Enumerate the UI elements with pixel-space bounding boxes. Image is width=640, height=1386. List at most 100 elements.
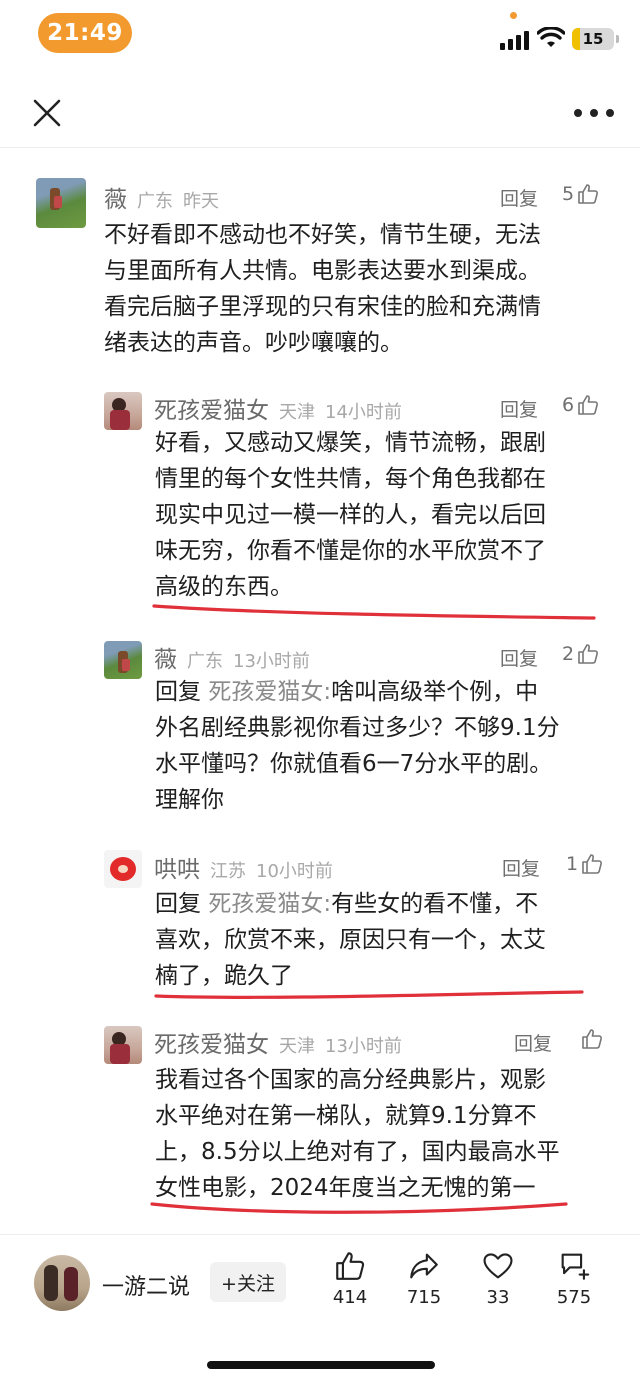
- comment-line: 现实中见过一模一样的人，看完以后回: [155, 502, 546, 528]
- handwritten-underline: [152, 604, 596, 620]
- like-count: 1: [566, 853, 579, 875]
- comment-line: 水平绝对在第一梯队，就算9.1分算不: [155, 1103, 537, 1129]
- comment-like-button[interactable]: [578, 1027, 604, 1051]
- comment-body: 回复 死孩爱猫女:啥叫高级举个例，中 外名剧经典影视你看过多少？不够9.1分 水…: [155, 674, 560, 818]
- favorite-button[interactable]: 33: [468, 1249, 528, 1308]
- avatar[interactable]: [36, 178, 86, 228]
- like-count: 5: [562, 183, 575, 205]
- comment-line: 水平懂吗？你就值看6一7分水平的剧。: [155, 751, 553, 777]
- thumbs-up-icon: [578, 644, 599, 664]
- comment-time: 14小时前: [325, 402, 402, 423]
- author-name[interactable]: 一游二说: [102, 1269, 190, 1301]
- comment-line: 与里面所有人共情。电影表达要水到渠成。: [104, 258, 541, 284]
- reply-to-user[interactable]: 死孩爱猫女:: [208, 891, 331, 917]
- comment-line: 喜欢，欣赏不来，原因只有一个，太艾: [155, 927, 546, 953]
- comment-time: 昨天: [183, 191, 219, 212]
- battery-icon: 15: [572, 28, 619, 50]
- comment-author[interactable]: 死孩爱猫女: [154, 391, 269, 425]
- favorite-count: 33: [486, 1287, 510, 1308]
- like-button[interactable]: 414: [320, 1249, 380, 1308]
- comment-line-rest: 啥叫高级举个例，中: [331, 679, 539, 705]
- comment-line: 不好看即不感动也不好笑，情节生硬，无法: [104, 222, 541, 248]
- bottom-action-bar: 一游二说 +关注 414 715 33 575: [0, 1234, 640, 1334]
- comment-line: 理解你: [155, 787, 224, 813]
- comment-author[interactable]: 哄哄: [154, 850, 200, 884]
- reply-button[interactable]: 回复: [500, 644, 538, 671]
- like-count: 2: [562, 643, 575, 665]
- comment-time: 13小时前: [233, 651, 310, 672]
- avatar[interactable]: [104, 850, 142, 888]
- comment-location: 广东: [137, 191, 173, 212]
- handwritten-underline: [150, 1202, 568, 1214]
- author-avatar[interactable]: [34, 1255, 90, 1311]
- comment-author[interactable]: 薇: [104, 180, 127, 214]
- reply-prefix: 回复: [155, 891, 201, 917]
- thumbs-up-icon: [578, 184, 599, 204]
- share-icon: [410, 1253, 438, 1279]
- like-icon: [336, 1252, 365, 1280]
- reply-button[interactable]: 回复: [500, 184, 538, 211]
- comment-body: 我看过各个国家的高分经典影片，观影 水平绝对在第一梯队，就算9.1分算不 上，8…: [155, 1062, 560, 1206]
- wifi-icon: [537, 27, 565, 47]
- thumbs-up-icon: [582, 1029, 602, 1049]
- battery-level: 15: [582, 30, 604, 48]
- reply-to-user[interactable]: 死孩爱猫女:: [208, 679, 331, 705]
- comment-body: 好看，又感动又爆笑，情节流畅，跟剧 情里的每个女性共情，每个角色我都在 现实中见…: [155, 425, 546, 605]
- comment-time: 10小时前: [256, 861, 333, 882]
- comment-header: 死孩爱猫女 天津 13小时前: [154, 1025, 402, 1058]
- avatar[interactable]: [104, 392, 142, 430]
- comment-like-button[interactable]: 1: [566, 852, 604, 876]
- comment-body: 回复 死孩爱猫女:有些女的看不懂，不 喜欢，欣赏不来，原因只有一个，太艾 楠了，…: [155, 886, 546, 994]
- comment-button[interactable]: 575: [544, 1249, 604, 1308]
- comment-like-button[interactable]: 5: [562, 182, 600, 206]
- reply-button[interactable]: 回复: [500, 395, 538, 422]
- comment-like-button[interactable]: 6: [562, 393, 600, 417]
- share-count: 715: [406, 1287, 442, 1308]
- status-time: 21:49: [38, 13, 132, 53]
- comment-line: 情里的每个女性共情，每个角色我都在: [155, 466, 546, 492]
- thumbs-up-icon: [582, 854, 603, 874]
- comment-icon: [561, 1253, 590, 1280]
- comment-line-rest: 有些女的看不懂，不: [331, 891, 539, 917]
- more-icon[interactable]: [574, 100, 614, 126]
- cellular-signal-icon: [500, 30, 530, 50]
- comment-line: 看完后脑子里浮现的只有宋佳的脸和充满情: [104, 294, 541, 320]
- top-navigation: [0, 80, 640, 148]
- comment-header: 哄哄 江苏 10小时前: [154, 850, 333, 883]
- handwritten-underline: [154, 990, 584, 999]
- comment-time: 13小时前: [325, 1036, 402, 1057]
- comment-location: 江苏: [210, 861, 246, 882]
- comment-location: 天津: [279, 1036, 315, 1057]
- battery-fill: [572, 28, 580, 50]
- reply-prefix: 回复: [155, 679, 201, 705]
- share-button[interactable]: 715: [394, 1249, 454, 1308]
- comment-line: 上，8.5分以上绝对有了，国内最高水平: [155, 1139, 560, 1165]
- avatar[interactable]: [104, 641, 142, 679]
- reply-button[interactable]: 回复: [514, 1029, 552, 1056]
- comment-location: 天津: [279, 402, 315, 423]
- comment-line: 好看，又感动又爆笑，情节流畅，跟剧: [155, 430, 546, 456]
- comment-header: 薇 广东 13小时前: [154, 640, 310, 673]
- follow-button[interactable]: +关注: [210, 1262, 286, 1302]
- comment-like-button[interactable]: 2: [562, 642, 600, 666]
- heart-icon: [483, 1253, 513, 1279]
- comment-location: 广东: [187, 651, 223, 672]
- comment-line: 绪表达的声音。吵吵嚷嚷的。: [104, 330, 403, 356]
- comment-line: 外名剧经典影视你看过多少？不够9.1分: [155, 715, 560, 741]
- comment-author[interactable]: 死孩爱猫女: [154, 1025, 269, 1059]
- thumbs-up-icon: [578, 395, 599, 415]
- status-bar: 21:49 15: [0, 0, 640, 70]
- home-indicator[interactable]: [207, 1361, 435, 1369]
- like-count: 414: [332, 1287, 368, 1308]
- reply-button[interactable]: 回复: [502, 854, 540, 881]
- comment-author[interactable]: 薇: [154, 640, 177, 674]
- comment-header: 死孩爱猫女 天津 14小时前: [154, 391, 402, 424]
- comment-line: 回复 死孩爱猫女:啥叫高级举个例，中: [155, 674, 560, 710]
- like-count: 6: [562, 394, 575, 416]
- avatar[interactable]: [104, 1026, 142, 1064]
- comment-count: 575: [556, 1287, 592, 1308]
- close-icon[interactable]: [30, 96, 64, 130]
- comment-header: 薇 广东 昨天: [104, 180, 219, 213]
- comment-line: 我看过各个国家的高分经典影片，观影: [155, 1067, 546, 1093]
- comment-line: 味无穷，你看不懂是你的水平欣赏不了: [155, 538, 546, 564]
